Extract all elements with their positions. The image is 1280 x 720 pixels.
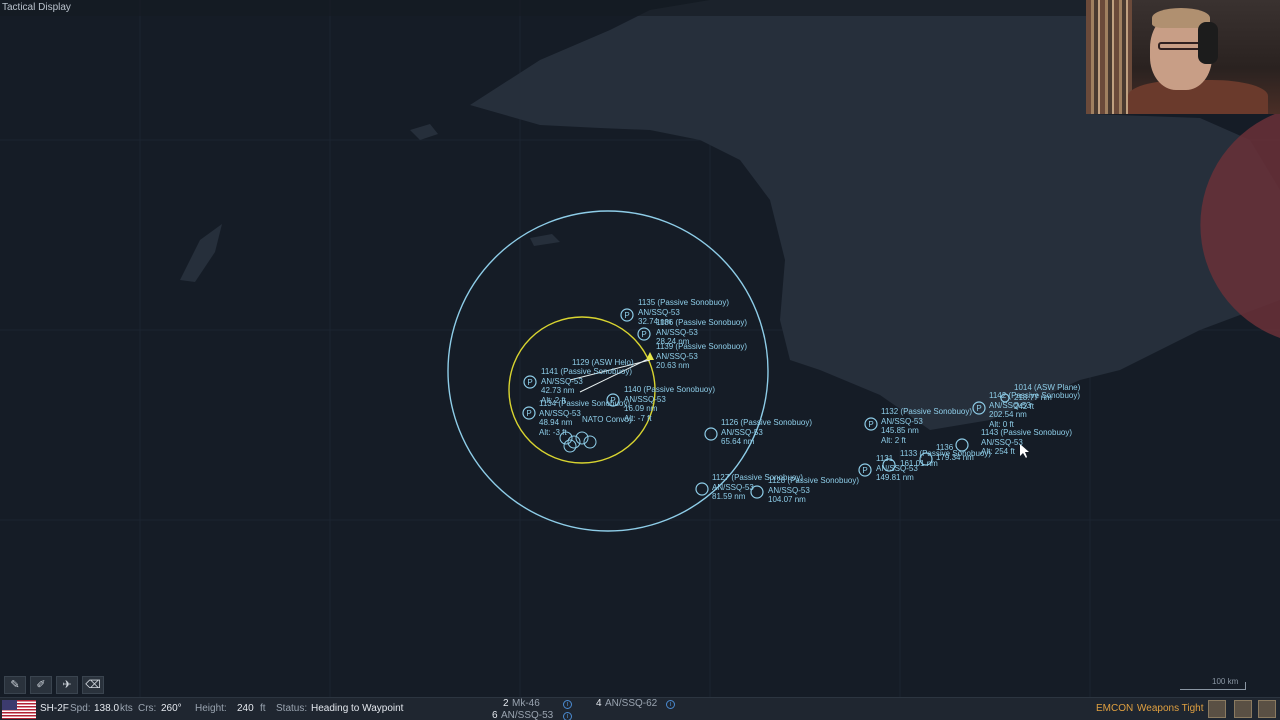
unit-label-line: AN/SSQ-53 <box>721 427 763 437</box>
unit-label-line: 179.34 nm <box>936 452 974 462</box>
info-icon[interactable]: i <box>666 698 675 709</box>
svg-text:P: P <box>862 466 867 475</box>
unit-label-line: 1136 <box>936 443 954 452</box>
unit-label-line: 149.81 nm <box>876 473 914 482</box>
unit-label-u1126[interactable]: 1126 (Passive Sonobuoy) AN/SSQ-53 65.64 nm <box>721 418 812 447</box>
unit-label-line: AN/SSQ-53 <box>638 307 680 317</box>
unit-label-u1014[interactable]: 1014 (ASW Plane) 218.77 nm 242 ft <box>1014 383 1080 412</box>
sonobuoy-icon: P <box>522 406 536 420</box>
unit-label-u1130[interactable]: 1136 179.34 nm <box>936 443 974 462</box>
unit-label-line: 1141 (Passive Sonobuoy) <box>541 367 633 376</box>
island <box>530 234 560 246</box>
unit-label-line: 65.64 nm <box>721 437 755 446</box>
unit-label-line: 104.07 nm <box>768 495 806 504</box>
unit-label-line: 1132 (Passive Sonobuoy) <box>881 407 973 416</box>
sonobuoy-icon <box>695 482 709 496</box>
unit-label-line: 20.63 nm <box>656 361 690 370</box>
unit-label-line: 242 ft <box>1014 402 1035 411</box>
eraser-tool-icon[interactable]: ⌫ <box>82 676 104 694</box>
scale-label: 100 km <box>1212 677 1239 686</box>
unit-label-line: Alt: 254 ft <box>981 447 1015 456</box>
unit-label-line: 1139 (Passive Sonobuoy) <box>656 342 748 351</box>
unit-label-u1132[interactable]: 1132 (Passive Sonobuoy) AN/SSQ-53 145.85 n… <box>881 407 972 445</box>
unit-label-line: 1140 (Passive Sonobuoy) <box>624 385 716 394</box>
unit-label-line: AN/SSQ-53 <box>541 376 583 386</box>
svg-text:P: P <box>526 409 531 418</box>
weapons-state-button[interactable]: Weapons Tight <box>1137 703 1204 714</box>
course-label: Crs: <box>138 703 157 714</box>
sonobuoy-icon: P <box>864 417 878 431</box>
island <box>410 124 438 140</box>
unit-label-line: 1126 (Passive Sonobuoy) <box>721 418 813 427</box>
status-value: Heading to Waypoint <box>311 703 404 714</box>
unit-label-line: 1128 (Passive Sonobuoy) <box>768 476 860 485</box>
weapon-count: 4 <box>596 698 602 709</box>
sonobuoy-icon <box>704 427 718 441</box>
speed-unit: kts <box>120 703 133 714</box>
speed-value: 138.0 <box>94 703 120 714</box>
unit-label-line: 1143 (Passive Sonobuoy) <box>981 428 1073 437</box>
info-icon[interactable]: i <box>563 710 572 720</box>
unit-label-u1140[interactable]: 1140 (Passive Sonobuoy) AN/SSQ-53 16.09 nm… <box>624 385 715 423</box>
unit-label-line: 16.09 nm <box>624 404 658 413</box>
svg-text:P: P <box>976 404 981 413</box>
unit-label-line: 145.85 nm <box>881 426 919 435</box>
course-value: 260° <box>161 703 182 714</box>
pencil-tool-icon[interactable]: ✎ <box>4 676 26 694</box>
unit-label-u1128[interactable]: 1128 (Passive Sonobuoy) AN/SSQ-53 104.07 n… <box>768 476 859 505</box>
weapon-count: 2 <box>503 698 509 709</box>
weapon-name: AN/SSQ-53 <box>501 710 554 720</box>
unit-label-line: 1134 (Passive Sonobuoy) <box>539 399 631 408</box>
unit-label-line: 42.73 nm <box>541 386 575 395</box>
island <box>180 224 222 282</box>
pen-tool-icon[interactable]: ✐ <box>30 676 52 694</box>
unit-label-line: AN/SSQ-53 <box>881 416 923 426</box>
sonobuoy-icon: P <box>858 463 872 477</box>
sonobuoy-icon: P <box>523 375 537 389</box>
headset-icon <box>1198 22 1218 64</box>
svg-text:P: P <box>527 378 532 387</box>
webcam-bookshelf <box>1086 0 1132 114</box>
grid-icon[interactable] <box>1258 700 1276 718</box>
height-label: Height: <box>195 703 227 714</box>
unit-label-line: 1135 (Passive Sonobuoy) <box>638 298 730 307</box>
info-icon[interactable]: i <box>563 698 572 709</box>
weapon-name: AN/SSQ-62 <box>605 698 658 709</box>
height-value: 240 <box>237 703 254 714</box>
status-label: Status: <box>276 703 308 714</box>
weapon-count: 6 <box>492 710 498 720</box>
us-flag-icon <box>2 700 36 719</box>
unit-label-convoy[interactable]: NATO Convoy <box>582 415 633 425</box>
sonobuoy-icon: P <box>620 308 634 322</box>
map-toolbar: ✎ ✐ ✈ ⌫ <box>4 676 104 694</box>
unit-label-line: Alt: -7 ft <box>624 413 652 423</box>
height-unit: ft <box>260 703 266 714</box>
unit-label-line: 1136 (Passive Sonobuoy) <box>656 318 748 327</box>
unit-name[interactable]: SH-2F <box>40 703 69 714</box>
unit-label-line: Alt: -3 ft <box>539 427 567 437</box>
svg-text:P: P <box>868 420 873 429</box>
svg-text:P: P <box>624 311 629 320</box>
menu-icon[interactable] <box>1234 700 1252 718</box>
svg-text:P: P <box>641 330 646 339</box>
unit-label-u1143[interactable]: 1143 (Passive Sonobuoy) AN/SSQ-53 Alt: 254… <box>981 428 1072 457</box>
unit-label-line: AN/SSQ-53 <box>656 327 698 337</box>
doctrine-icon[interactable] <box>1208 700 1226 718</box>
plane-tool-icon[interactable]: ✈ <box>56 676 78 694</box>
unit-label-line: AN/SSQ-53 <box>656 351 698 361</box>
unit-label-line: AN/SSQ-53 <box>624 394 666 404</box>
unit-label-u1139[interactable]: 1139 (Passive Sonobuoy) AN/SSQ-53 20.63 nm <box>656 342 747 371</box>
emcon-button[interactable]: EMCON <box>1096 703 1133 714</box>
unit-label-line: 218.77 nm <box>1014 392 1052 402</box>
weapon-name: Mk-46 <box>512 698 540 709</box>
speed-label: Spd: <box>70 703 91 714</box>
unit-label-line: 1014 (ASW Plane) <box>1014 383 1081 392</box>
unit-status-bar: SH-2F Spd: 138.0 kts Crs: 260° Height: 2… <box>0 697 1280 720</box>
unit-label-line: AN/SSQ-53 <box>981 437 1023 447</box>
sonobuoy-icon: P <box>637 327 651 341</box>
unit-label-line: AN/SSQ-53 <box>768 485 810 495</box>
unit-label-line: NATO Convoy <box>582 415 633 424</box>
webcam-overlay <box>1086 0 1280 114</box>
